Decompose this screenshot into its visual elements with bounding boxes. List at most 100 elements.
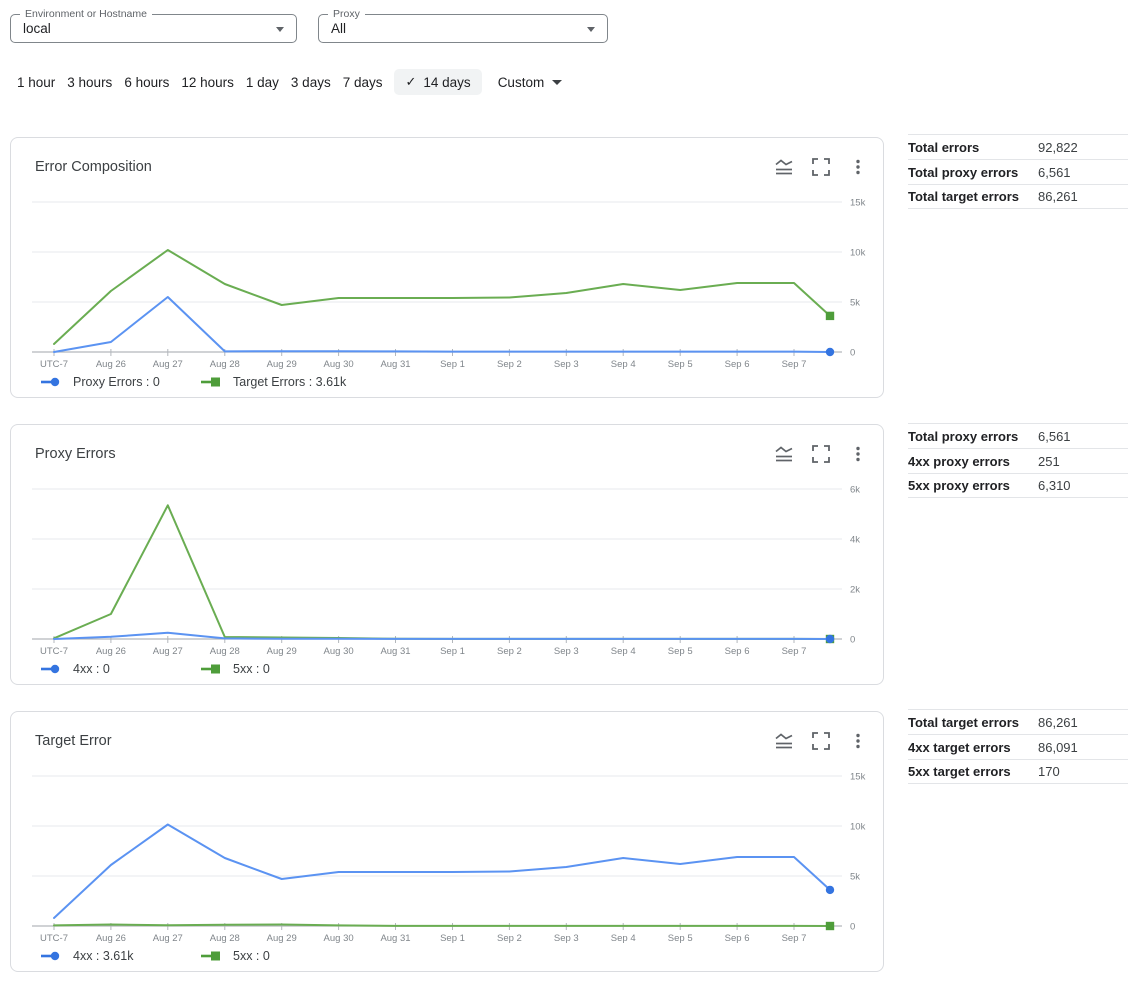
total-errors-table: Total errors 92,822 Total proxy errors 6… [908, 134, 1128, 209]
proxy-select[interactable]: Proxy All [318, 14, 608, 43]
legend-item-5xx: 5xx : 0 [201, 949, 361, 963]
card-title: Error Composition [35, 159, 152, 175]
svg-text:Sep 5: Sep 5 [668, 359, 693, 370]
proxy-errors-chart[interactable]: 6k4k2k0UTC-7Aug 26Aug 27Aug 28Aug 29Aug … [24, 477, 870, 659]
time-range-6-hours[interactable]: 6 hours [124, 70, 169, 95]
stat-value: 86,261 [1038, 715, 1078, 730]
svg-text:Sep 6: Sep 6 [725, 359, 750, 370]
svg-text:Aug 29: Aug 29 [267, 933, 297, 944]
stat-label: 5xx proxy errors [908, 478, 1038, 493]
svg-text:Sep 5: Sep 5 [668, 646, 693, 657]
svg-text:Sep 4: Sep 4 [611, 646, 636, 657]
environment-select-label: Environment or Hostname [20, 8, 152, 20]
time-range-custom-label: Custom [498, 75, 545, 90]
fullscreen-icon[interactable] [812, 158, 830, 176]
stat-value: 251 [1038, 454, 1060, 469]
chart-style-icon[interactable] [775, 158, 793, 176]
time-range-12-hours[interactable]: 12 hours [181, 70, 234, 95]
time-range-custom[interactable]: Custom [498, 70, 563, 95]
svg-text:Aug 28: Aug 28 [210, 646, 240, 657]
chart-legend: 4xx : 3.61k 5xx : 0 [41, 949, 361, 963]
svg-text:Aug 29: Aug 29 [267, 646, 297, 657]
table-row: Total target errors 86,261 [908, 709, 1128, 734]
target-errors-table: Total target errors 86,261 4xx target er… [908, 709, 1128, 784]
svg-text:Sep 2: Sep 2 [497, 933, 522, 944]
svg-text:Sep 2: Sep 2 [497, 646, 522, 657]
chart-legend: 4xx : 0 5xx : 0 [41, 662, 361, 676]
svg-text:Sep 6: Sep 6 [725, 933, 750, 944]
table-row: 5xx proxy errors 6,310 [908, 473, 1128, 498]
svg-text:10k: 10k [850, 822, 866, 833]
table-row: 5xx target errors 170 [908, 759, 1128, 784]
fullscreen-icon[interactable] [812, 732, 830, 750]
stat-label: 4xx proxy errors [908, 454, 1038, 469]
svg-text:UTC-7: UTC-7 [40, 933, 68, 944]
legend-item-4xx: 4xx : 0 [41, 662, 201, 676]
svg-text:Aug 27: Aug 27 [153, 359, 183, 370]
svg-text:Sep 3: Sep 3 [554, 933, 579, 944]
time-range-3-hours[interactable]: 3 hours [67, 70, 112, 95]
svg-text:Aug 28: Aug 28 [210, 359, 240, 370]
time-range-14-days-label: 14 days [423, 75, 470, 90]
environment-select[interactable]: Environment or Hostname local [10, 14, 297, 43]
fullscreen-icon[interactable] [812, 445, 830, 463]
time-range-1-hour[interactable]: 1 hour [17, 70, 55, 95]
table-row: Total proxy errors 6,561 [908, 423, 1128, 448]
svg-text:Aug 26: Aug 26 [96, 933, 126, 944]
svg-text:15k: 15k [850, 772, 866, 783]
svg-text:Sep 2: Sep 2 [497, 359, 522, 370]
svg-text:Aug 27: Aug 27 [153, 933, 183, 944]
svg-text:Sep 7: Sep 7 [782, 646, 807, 657]
table-row: 4xx target errors 86,091 [908, 734, 1128, 759]
stat-label: Total errors [908, 140, 1038, 155]
stat-label: Total target errors [908, 715, 1038, 730]
svg-text:10k: 10k [850, 248, 866, 259]
error-analytics-dashboard: Environment or Hostname local Proxy All … [0, 0, 1128, 986]
svg-text:Sep 1: Sep 1 [440, 933, 465, 944]
svg-text:Aug 30: Aug 30 [324, 359, 354, 370]
svg-text:Sep 1: Sep 1 [440, 646, 465, 657]
more-vert-icon[interactable] [849, 445, 867, 463]
legend-item-proxy-errors: Proxy Errors : 0 [41, 375, 201, 389]
error-composition-chart[interactable]: 15k10k5k0UTC-7Aug 26Aug 27Aug 28Aug 29Au… [24, 190, 870, 372]
svg-text:0: 0 [850, 922, 855, 933]
time-range-14-days[interactable]: ✓ 14 days [394, 69, 481, 95]
proxy-errors-table: Total proxy errors 6,561 4xx proxy error… [908, 423, 1128, 498]
caret-down-icon [552, 80, 562, 85]
time-range-3-days[interactable]: 3 days [291, 70, 331, 95]
svg-text:Aug 31: Aug 31 [380, 933, 410, 944]
more-vert-icon[interactable] [849, 732, 867, 750]
stat-value: 170 [1038, 764, 1060, 779]
stat-value: 6,561 [1038, 165, 1071, 180]
card-title: Target Error [35, 733, 112, 749]
svg-text:UTC-7: UTC-7 [40, 646, 68, 657]
target-error-chart[interactable]: 15k10k5k0UTC-7Aug 26Aug 27Aug 28Aug 29Au… [24, 764, 870, 946]
time-range-1-day[interactable]: 1 day [246, 70, 279, 95]
svg-text:5k: 5k [850, 872, 860, 883]
card-actions [775, 732, 867, 750]
svg-text:Sep 3: Sep 3 [554, 646, 579, 657]
legend-item-target-errors: Target Errors : 3.61k [201, 375, 361, 389]
time-range-7-days[interactable]: 7 days [343, 70, 383, 95]
svg-text:Sep 5: Sep 5 [668, 933, 693, 944]
line-circle-marker-icon [41, 950, 65, 962]
line-circle-marker-icon [41, 663, 65, 675]
card-actions [775, 445, 867, 463]
target-error-card: Target Error 15k 10k 5k 0 UTC-7 Aug 26 Aug 27 A… [10, 711, 884, 972]
legend-label: 5xx : 0 [233, 662, 270, 676]
svg-text:6k: 6k [850, 485, 860, 496]
svg-text:0: 0 [850, 635, 855, 646]
legend-label: Proxy Errors : 0 [73, 375, 160, 389]
stat-label: 5xx target errors [908, 764, 1038, 779]
table-row: 4xx proxy errors 251 [908, 448, 1128, 473]
line-circle-marker-icon [41, 376, 65, 388]
more-vert-icon[interactable] [849, 158, 867, 176]
stat-label: Total proxy errors [908, 429, 1038, 444]
svg-text:0: 0 [850, 348, 855, 359]
svg-text:Sep 7: Sep 7 [782, 933, 807, 944]
table-row: Total proxy errors 6,561 [908, 159, 1128, 184]
legend-label: 4xx : 0 [73, 662, 110, 676]
chart-style-icon[interactable] [775, 445, 793, 463]
chart-style-icon[interactable] [775, 732, 793, 750]
stat-value: 86,261 [1038, 189, 1078, 204]
